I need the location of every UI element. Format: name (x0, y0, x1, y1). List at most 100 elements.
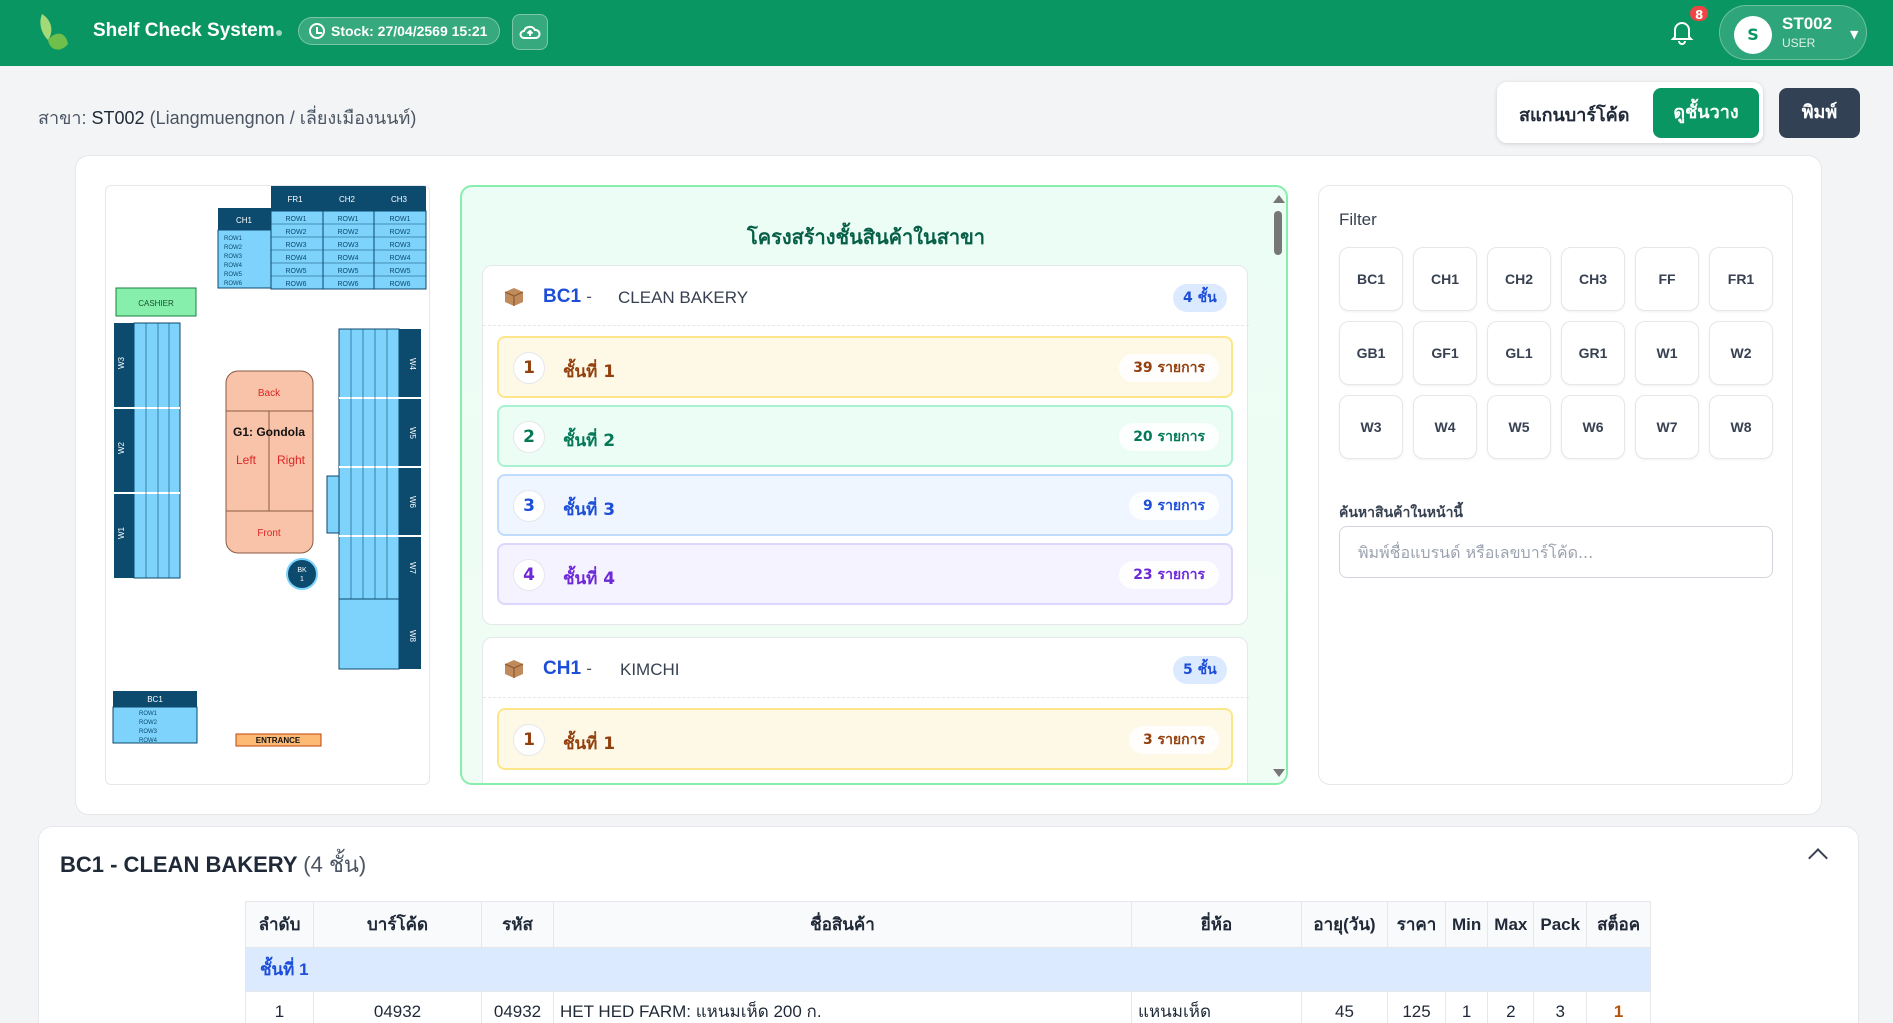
search-input[interactable] (1339, 526, 1773, 578)
column-header[interactable]: ยี่ห้อ (1131, 901, 1302, 948)
svg-text:BK: BK (297, 567, 307, 574)
scan-barcode-button[interactable]: สแกนบาร์โค้ด (1519, 100, 1629, 129)
cell-product-name: HET HED FARM: แหนมเห็ด 200 ก. (553, 991, 1132, 1023)
user-menu-button[interactable]: S ST002 USER ▼ (1719, 5, 1867, 60)
clock-icon (309, 23, 325, 39)
svg-text:ROW6: ROW6 (286, 281, 307, 288)
column-header[interactable]: ราคา (1387, 901, 1446, 948)
column-header[interactable]: สต็อค (1586, 901, 1652, 948)
shelf-row[interactable]: 4 ชั้นที่ 4 23 รายการ (497, 543, 1233, 605)
filter-chip-ch2[interactable]: CH2 (1487, 247, 1551, 311)
filter-chip-ch3[interactable]: CH3 (1561, 247, 1625, 311)
map-bc1-shelf[interactable]: BC1 ROW1 ROW2 ROW3 ROW4 (112, 691, 198, 744)
cell-price: 125 (1387, 991, 1446, 1023)
shelf-structure-panel[interactable]: โครงสร้างชั้นสินค้าในสาขา BC1 - CLEAN BA… (460, 185, 1288, 785)
scroll-down-icon[interactable] (1273, 769, 1285, 777)
svg-text:W2: W2 (117, 441, 126, 454)
cell-barcode: 04932 (313, 991, 482, 1023)
branch-label: สาขา: (38, 108, 87, 128)
group-code: CH1 - (543, 658, 592, 679)
shelf-number: 1 (513, 724, 545, 756)
filter-chip-w5[interactable]: W5 (1487, 395, 1551, 459)
filter-chip-w1[interactable]: W1 (1635, 321, 1699, 385)
svg-text:ROW1: ROW1 (390, 216, 411, 223)
map-gondola[interactable]: Back G1: Gondola Left Right Front (225, 370, 314, 554)
column-header[interactable]: Min (1444, 901, 1489, 948)
column-header[interactable]: อายุ(วัน) (1301, 901, 1388, 948)
svg-text:ROW3: ROW3 (338, 242, 359, 249)
filter-chip-w3[interactable]: W3 (1339, 395, 1403, 459)
filter-chip-gb1[interactable]: GB1 (1339, 321, 1403, 385)
filter-chip-ff[interactable]: FF (1635, 247, 1699, 311)
map-top-shelves[interactable]: FR1 CH2 CH3 ROW1 ROW2 ROW3 ROW4 ROW5 ROW… (270, 186, 427, 290)
map-bk1[interactable]: BK 1 (286, 558, 318, 590)
cloud-sync-button[interactable] (512, 14, 548, 50)
print-button[interactable]: พิมพ์ (1779, 88, 1860, 138)
table-title: BC1 - CLEAN BAKERY (4 ชั้น) (60, 847, 366, 882)
filter-chip-gl1[interactable]: GL1 (1487, 321, 1551, 385)
scroll-up-icon[interactable] (1273, 195, 1285, 203)
view-shelves-button[interactable]: ดูชั้นวาง (1653, 88, 1759, 138)
filter-chip-w6[interactable]: W6 (1561, 395, 1625, 459)
filter-chip-w2[interactable]: W2 (1709, 321, 1773, 385)
cloud-upload-icon (519, 25, 541, 39)
svg-text:Right: Right (277, 453, 306, 467)
group-header[interactable]: BC1 - CLEAN BAKERY 4 ชั้น (483, 266, 1249, 326)
column-header[interactable]: Max (1487, 901, 1535, 948)
shelf-row[interactable]: 1 ชั้นที่ 1 3 รายการ (497, 708, 1233, 770)
filter-chip-fr1[interactable]: FR1 (1709, 247, 1773, 311)
filter-chip-gf1[interactable]: GF1 (1413, 321, 1477, 385)
svg-text:ROW1: ROW1 (338, 216, 359, 223)
column-header[interactable]: Pack (1533, 901, 1588, 948)
branch-code: ST002 (91, 108, 145, 128)
svg-text:BC1: BC1 (147, 695, 163, 704)
scroll-thumb[interactable] (1274, 211, 1282, 255)
table-row[interactable]: 1 04932 04932 HET HED FARM: แหนมเห็ด 200… (245, 991, 1652, 1023)
column-header[interactable]: ชื่อสินค้า (553, 901, 1132, 948)
title-separator-dot (276, 30, 282, 36)
svg-text:W8: W8 (408, 630, 417, 643)
shelf-group-bc1[interactable]: BC1 - CLEAN BAKERY 4 ชั้น 1 ชั้นที่ 1 39… (482, 265, 1249, 625)
filter-chip-w4[interactable]: W4 (1413, 395, 1477, 459)
store-map[interactable]: FR1 CH2 CH3 ROW1 ROW2 ROW3 ROW4 ROW5 ROW… (105, 185, 430, 785)
map-right-shelves[interactable]: W4 W5 W6 W7 W8 (326, 328, 421, 670)
map-ch1-shelf[interactable]: CH1 ROW1 ROW2 ROW3 ROW4 ROW5 ROW6 (217, 208, 272, 289)
group-header[interactable]: CH1 - KIMCHI 5 ชั้น (483, 638, 1249, 698)
shelf-group-ch1[interactable]: CH1 - KIMCHI 5 ชั้น 1 ชั้นที่ 1 3 รายการ (482, 637, 1249, 783)
group-name: KIMCHI (620, 660, 680, 679)
svg-text:W6: W6 (408, 496, 417, 509)
avatar: S (1734, 16, 1772, 54)
notification-bell-icon[interactable] (1668, 18, 1696, 46)
map-left-shelves[interactable]: W3 W2 W1 (114, 322, 181, 579)
shelf-item-count: 9 รายการ (1128, 492, 1219, 520)
svg-text:ROW1: ROW1 (224, 236, 243, 242)
shelf-label: ชั้นที่ 3 (563, 500, 616, 520)
svg-text:CASHIER: CASHIER (138, 299, 174, 308)
filter-chip-ch1[interactable]: CH1 (1413, 247, 1477, 311)
svg-text:W5: W5 (408, 427, 417, 440)
shelf-row[interactable]: 1 ชั้นที่ 1 39 รายการ (497, 336, 1233, 398)
shelf-row[interactable]: 2 ชั้นที่ 2 20 รายการ (497, 405, 1233, 467)
column-header[interactable]: บาร์โค้ด (313, 901, 482, 948)
filter-chip-w7[interactable]: W7 (1635, 395, 1699, 459)
scrollbar[interactable] (1270, 187, 1286, 783)
column-header[interactable]: ลำดับ (245, 901, 314, 948)
svg-text:ROW5: ROW5 (390, 268, 411, 275)
structure-title: โครงสร้างชั้นสินค้าในสาขา (746, 225, 986, 249)
filter-chip-bc1[interactable]: BC1 (1339, 247, 1403, 311)
app-logo-icon (40, 14, 68, 50)
group-count-badge: 5 ชั้น (1173, 656, 1227, 684)
column-header[interactable]: รหัส (481, 901, 554, 948)
shelf-row[interactable]: 3 ชั้นที่ 3 9 รายการ (497, 474, 1233, 536)
svg-text:W7: W7 (408, 562, 417, 575)
svg-text:ROW2: ROW2 (338, 229, 359, 236)
table-header-row: ลำดับ บาร์โค้ด รหัส ชื่อสินค้า ยี่ห้อ อา… (245, 901, 1652, 948)
filter-chip-w8[interactable]: W8 (1709, 395, 1773, 459)
chevron-up-icon[interactable] (1808, 848, 1828, 868)
svg-text:ROW3: ROW3 (139, 729, 158, 735)
svg-text:ROW2: ROW2 (390, 229, 411, 236)
filter-title: Filter (1339, 210, 1377, 229)
filter-chip-gr1[interactable]: GR1 (1561, 321, 1625, 385)
shelf-item-count: 3 รายการ (1128, 726, 1219, 754)
branch-name: (Liangmuengnon / เลี่ยงเมืองนนท์) (149, 108, 417, 128)
